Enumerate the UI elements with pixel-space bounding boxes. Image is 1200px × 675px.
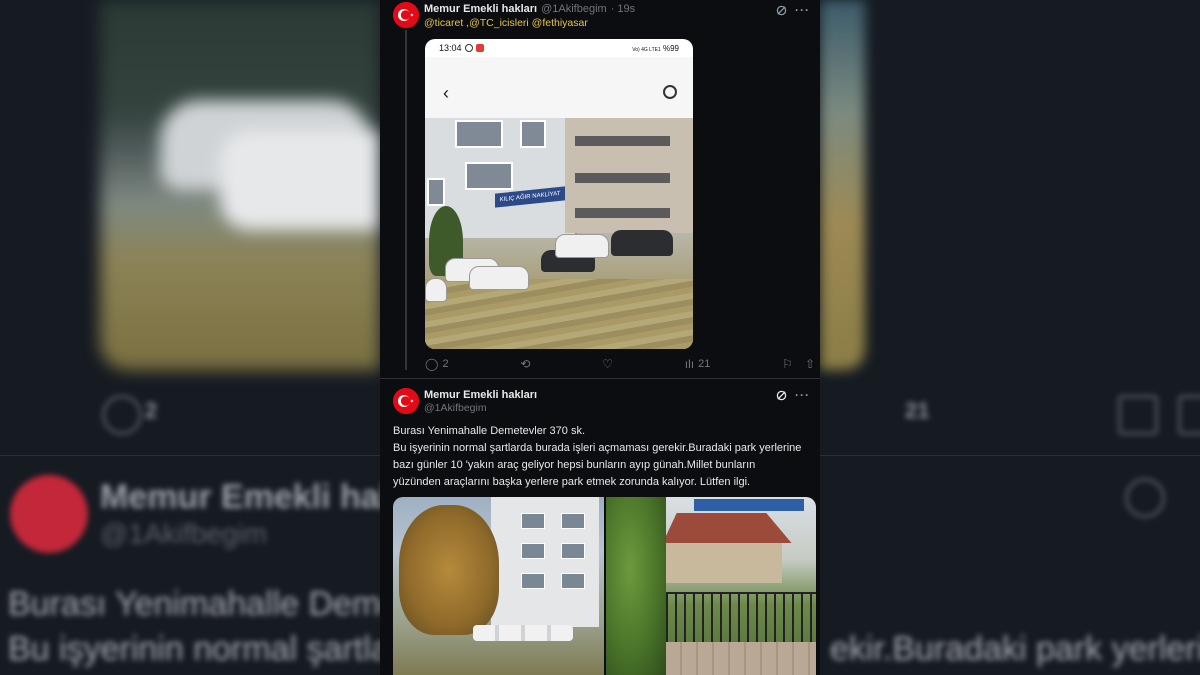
iron-fence — [665, 592, 816, 644]
views-icon: ılı — [684, 357, 695, 371]
tweet-text-line: Burası Yenimahalle Demetevler 370 sk. — [393, 425, 585, 437]
tweet-time[interactable]: · 19s — [611, 3, 635, 15]
tweet-feed: Memur Emekli hakları @1Akifbegim · 19s ···… — [380, 0, 820, 675]
views-count: 21 — [698, 358, 711, 370]
blurred-share-icon — [1178, 395, 1200, 435]
tweet-media-screenshot[interactable]: 13:04 Vo) 4G LTE1 %99 ‹ KILIÇ AĞIR NAKLİ… — [425, 39, 693, 349]
tweet-top-icons: ··· — [776, 388, 810, 402]
blurred-car — [220, 130, 380, 230]
back-arrow-icon: ‹ — [443, 83, 449, 103]
phone-nav-bar: ‹ — [425, 57, 693, 118]
author-line: Memur Emekli hakları @1Akifbegim · 19s — [424, 3, 635, 15]
parked-car — [611, 230, 673, 256]
like-icon: ♡ — [602, 357, 613, 371]
blurred-photo-left — [100, 0, 380, 370]
parked-cars — [473, 625, 573, 641]
grok-icon[interactable] — [776, 5, 787, 16]
views-button[interactable]: ılı 21 — [685, 357, 711, 371]
reply-button[interactable]: ◯ 2 — [425, 357, 449, 371]
phone-battery: %99 — [662, 43, 679, 53]
blurred-reply-icon — [102, 395, 142, 435]
reply-icon: ◯ — [425, 357, 439, 371]
tweet-actions: ◯ 2 ⟲ ♡ ılı 21 ⚐ ⇧ — [425, 357, 815, 371]
tweet-mentions[interactable]: @ticaret ,@TC_icisleri @fethiyasar — [424, 17, 588, 29]
parked-car — [555, 234, 609, 258]
blurred-grok-icon — [1125, 478, 1165, 518]
apartment-building — [491, 497, 599, 627]
more-icon[interactable]: ··· — [795, 3, 810, 17]
green-tree — [605, 497, 666, 675]
blurred-handle: @1Akifbegim — [100, 518, 267, 549]
retweet-icon: ⟲ — [520, 357, 531, 371]
tweet-text-line: yüzünden araçlarını başka yerlere park e… — [393, 476, 751, 488]
whatsapp-icon — [464, 44, 473, 52]
blurred-photo-right — [820, 0, 865, 370]
tweet-text-line: Bu işyerinin normal şartlarda burada işl… — [393, 442, 802, 454]
tweet-1[interactable]: Memur Emekli hakları @1Akifbegim · 19s ···… — [380, 0, 820, 378]
blurred-avatar — [10, 475, 88, 553]
grok-icon[interactable] — [776, 390, 787, 401]
blurred-line-1: Burası Yenimahalle Deme — [8, 585, 400, 623]
blurred-author-name: Memur Emekli hakl — [100, 478, 409, 516]
thread-line — [405, 30, 407, 370]
phone-time: 13:04 — [439, 43, 462, 53]
parked-car — [425, 278, 447, 302]
more-icon[interactable]: ··· — [795, 388, 810, 402]
tweet-photo-1[interactable] — [393, 497, 604, 675]
blurred-bookmark-icon — [1118, 395, 1158, 435]
turkish-flag-avatar[interactable] — [393, 388, 419, 414]
author-handle[interactable]: @1Akifbegim — [541, 3, 607, 15]
tweet-media-grid — [393, 497, 816, 675]
like-button[interactable]: ♡ — [602, 357, 613, 371]
house-wall — [661, 543, 782, 583]
notification-icon — [475, 44, 484, 52]
phone-status-bar: 13:04 Vo) 4G LTE1 %99 — [425, 39, 693, 57]
retweet-button[interactable]: ⟲ — [520, 357, 530, 371]
tweet-extra-actions: ⚐ ⇧ — [782, 357, 815, 371]
tweet-text-line: bazı günler 10 'yakın araç geliyor hepsi… — [393, 459, 756, 471]
blurred-reply-count: 2 — [145, 398, 158, 423]
blurred-line-2-right: ekir.Buradaki park yerlerine — [830, 630, 1200, 668]
tweet-text: Burası Yenimahalle Demetevler 370 sk. Bu… — [393, 423, 818, 491]
roof — [662, 513, 792, 543]
turkish-flag-avatar[interactable] — [393, 2, 419, 28]
tweet-top-icons: ··· — [776, 3, 810, 17]
author-name[interactable]: Memur Emekli hakları — [424, 3, 537, 15]
author-handle[interactable]: @1Akifbegim — [424, 402, 487, 414]
street-photo: KILIÇ AĞIR NAKLİYAT — [425, 118, 693, 349]
blurred-line-2: Bu işyerinin normal şartla — [8, 630, 390, 668]
blurred-views-count: 21 — [905, 398, 930, 423]
phone-signal: Vo) 4G LTE1 — [632, 46, 661, 53]
camera-switch-icon — [663, 85, 677, 99]
tweet-photo-2[interactable] — [605, 497, 816, 675]
stone-wall — [665, 642, 816, 675]
shop-sign — [693, 499, 804, 511]
autumn-tree — [399, 505, 499, 635]
reply-count: 2 — [442, 358, 449, 370]
parked-car — [469, 266, 529, 290]
author-name[interactable]: Memur Emekli hakları — [424, 389, 537, 401]
grass-lot — [425, 279, 693, 349]
building — [565, 118, 693, 233]
tweet-2[interactable]: Memur Emekli hakları @1Akifbegim ··· Bur… — [380, 378, 820, 675]
share-icon[interactable]: ⇧ — [805, 357, 815, 371]
bookmark-icon[interactable]: ⚐ — [782, 357, 793, 371]
